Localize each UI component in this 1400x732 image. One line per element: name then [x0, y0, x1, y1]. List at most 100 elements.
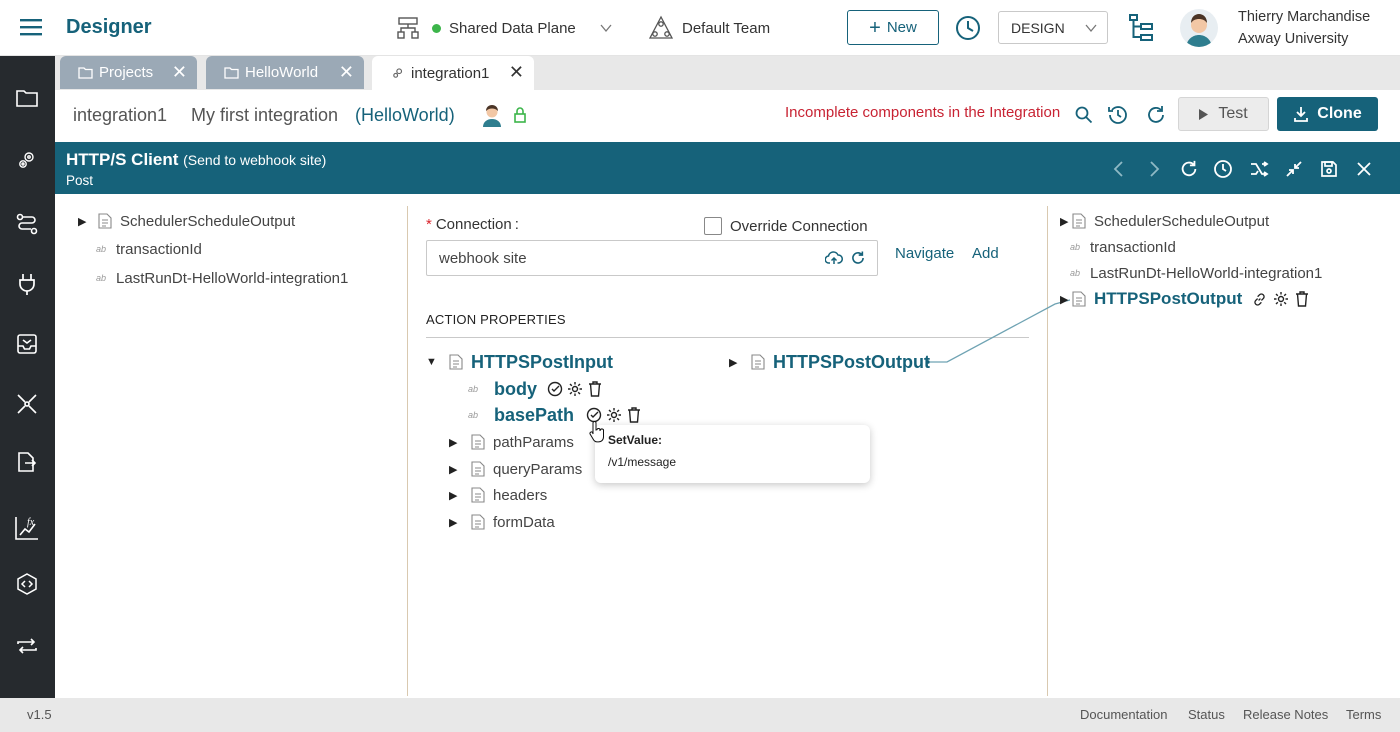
clone-button[interactable]: Clone: [1277, 97, 1378, 131]
refresh-icon[interactable]: [1178, 158, 1200, 180]
action-properties-heading: ACTION PROPERTIES: [426, 312, 566, 327]
tree-item-label: transactionId: [1090, 238, 1176, 256]
expand-arrow-icon[interactable]: ▶: [729, 356, 743, 369]
folder-icon[interactable]: [13, 84, 41, 112]
mode-select[interactable]: DESIGN: [998, 11, 1108, 44]
inbox-icon[interactable]: [13, 330, 41, 358]
gear-icon[interactable]: [606, 407, 622, 423]
tree-item-transaction-id[interactable]: ab transactionId: [1070, 236, 1176, 258]
menu-icon[interactable]: [20, 17, 42, 37]
document-icon: [471, 461, 485, 477]
tree-item-last-run[interactable]: ab LastRunDt-HelloWorld-integration1: [96, 267, 348, 289]
link-icon[interactable]: [1252, 292, 1267, 307]
tree-item-form-data[interactable]: ▶ formData: [449, 511, 555, 533]
search-icon[interactable]: [1075, 106, 1093, 124]
override-connection[interactable]: Override Connection: [704, 217, 868, 235]
close-icon[interactable]: ✕: [509, 62, 524, 83]
integration-gears-icon[interactable]: [13, 146, 41, 174]
new-button[interactable]: + New: [847, 10, 939, 45]
incomplete-warning[interactable]: Incomplete components in the Integration: [785, 104, 1060, 121]
history-icon[interactable]: [1106, 103, 1130, 127]
left-rail: fx: [0, 56, 55, 698]
expand-arrow-icon[interactable]: ▶: [449, 489, 463, 502]
test-button[interactable]: Test: [1178, 97, 1269, 131]
tree-item-https-post-output[interactable]: ▶ HTTPSPostOutput: [729, 351, 930, 373]
export-icon[interactable]: [13, 448, 41, 476]
release-notes-link[interactable]: Release Notes: [1243, 707, 1328, 722]
data-plane-selector[interactable]: Shared Data Plane: [396, 16, 614, 40]
string-type-icon: ab: [1070, 242, 1081, 252]
collapse-arrow-icon[interactable]: ▼: [426, 356, 440, 368]
status-link[interactable]: Status: [1188, 707, 1225, 722]
close-icon[interactable]: ✕: [172, 62, 187, 83]
gear-icon[interactable]: [1273, 291, 1289, 307]
network-hub-icon[interactable]: [13, 390, 41, 418]
close-icon[interactable]: [1353, 158, 1375, 180]
tree-item-scheduler-output[interactable]: ▶ SchedulerScheduleOutput: [78, 210, 295, 232]
document-icon: [449, 354, 463, 370]
trash-icon[interactable]: [588, 381, 602, 397]
avatar[interactable]: [1180, 9, 1218, 47]
new-button-label: New: [886, 19, 917, 36]
refresh-icon[interactable]: [1145, 104, 1167, 126]
tab-integration1[interactable]: integration1 ✕: [372, 56, 534, 90]
cloud-upload-icon[interactable]: [825, 250, 843, 266]
expand-arrow-icon[interactable]: ▶: [1060, 215, 1072, 228]
chevron-left-icon[interactable]: [1108, 158, 1130, 180]
tree-item-https-post-output[interactable]: ▶ HTTPSPostOutput: [1060, 288, 1309, 310]
trash-icon[interactable]: [627, 407, 641, 423]
add-link[interactable]: Add: [972, 245, 999, 262]
tree-item-path-params[interactable]: ▶ pathParams: [449, 431, 574, 453]
tree-item-scheduler-output[interactable]: ▶ SchedulerScheduleOutput: [1060, 210, 1269, 232]
document-icon: [471, 434, 485, 450]
override-checkbox[interactable]: [704, 217, 722, 235]
history-clock-icon[interactable]: [954, 14, 982, 42]
expand-arrow-icon[interactable]: ▶: [449, 436, 463, 449]
code-hexagon-icon[interactable]: [13, 570, 41, 598]
expand-arrow-icon[interactable]: ▶: [1060, 293, 1072, 306]
team-selector[interactable]: Default Team: [648, 15, 770, 40]
tab-projects[interactable]: Projects ✕: [60, 56, 197, 89]
flow-icon[interactable]: [13, 210, 41, 238]
document-icon: [98, 213, 112, 229]
top-bar: Designer Shared Data Plane Default Team …: [0, 0, 1400, 56]
edit-check-icon[interactable]: [547, 381, 563, 397]
integration-name: integration1: [73, 105, 168, 125]
tree-item-query-params[interactable]: ▶ queryParams: [449, 458, 582, 480]
expand-arrow-icon[interactable]: ▶: [78, 215, 92, 228]
branch-icon[interactable]: [1248, 158, 1270, 180]
tree-item-transaction-id[interactable]: ab transactionId: [96, 238, 202, 260]
refresh-icon[interactable]: [850, 250, 866, 266]
tree-item-label: pathParams: [493, 433, 574, 451]
timer-icon[interactable]: [1212, 158, 1234, 180]
integration-description: My first integration: [191, 105, 339, 125]
tab-helloworld[interactable]: HelloWorld ✕: [206, 56, 364, 89]
project-link[interactable]: (HelloWorld): [355, 105, 455, 126]
tree-item-https-post-input[interactable]: ▼ HTTPSPostInput: [426, 351, 613, 373]
function-chart-icon[interactable]: fx: [13, 514, 41, 542]
save-icon[interactable]: [1318, 158, 1340, 180]
terms-link[interactable]: Terms: [1346, 707, 1381, 722]
expand-arrow-icon[interactable]: ▶: [449, 463, 463, 476]
expand-arrow-icon[interactable]: ▶: [449, 516, 463, 529]
tree-item-last-run[interactable]: ab LastRunDt-HelloWorld-integration1: [1070, 262, 1322, 284]
tree-item-body[interactable]: ab body: [468, 378, 602, 400]
close-icon[interactable]: ✕: [339, 62, 354, 83]
component-method: Post: [66, 173, 94, 188]
gear-icon[interactable]: [567, 381, 583, 397]
string-type-icon: ab: [468, 410, 479, 420]
trash-icon[interactable]: [1295, 291, 1309, 307]
collapse-icon[interactable]: [1283, 158, 1305, 180]
connection-input[interactable]: webhook site: [426, 240, 878, 276]
sync-icon[interactable]: [13, 632, 41, 660]
chevron-right-icon[interactable]: [1143, 158, 1165, 180]
hierarchy-icon[interactable]: [1128, 13, 1154, 43]
user-info[interactable]: Thierry Marchandise Axway University: [1238, 6, 1370, 50]
documentation-link[interactable]: Documentation: [1080, 707, 1167, 722]
navigate-link[interactable]: Navigate: [895, 245, 954, 262]
component-subtitle: (Send to webhook site): [183, 152, 327, 168]
tree-item-headers[interactable]: ▶ headers: [449, 484, 547, 506]
tree-item-base-path[interactable]: ab basePath: [468, 404, 641, 426]
lock-icon: [513, 107, 527, 123]
plug-icon[interactable]: [13, 270, 41, 298]
